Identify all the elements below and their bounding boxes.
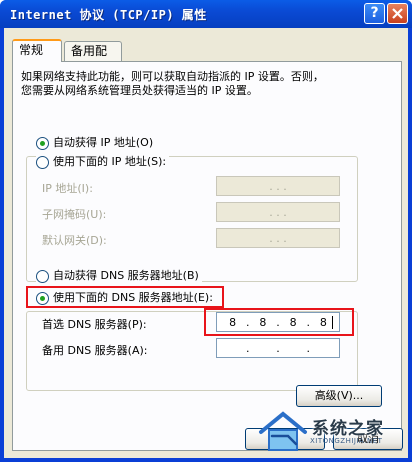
help-icon: ? (370, 5, 379, 21)
auto-ip-radio[interactable]: 自动获得 IP 地址(O) (36, 135, 157, 151)
default-gateway-dots: . . . (269, 231, 287, 245)
auto-dns-radio-button[interactable] (36, 269, 49, 283)
watermark: 系统之家 XITONGZHIJIA.NET (258, 408, 408, 454)
house-logo-icon (259, 411, 307, 451)
watermark-text: 系统之家 (312, 419, 384, 439)
preferred-dns-label: 首选 DNS 服务器(P): (42, 318, 147, 331)
manual-dns-highlight (26, 286, 224, 308)
subnet-mask-field: . . . (216, 202, 340, 222)
alternate-dns-field[interactable]: . . . (216, 338, 340, 358)
ip-address-field: . . . (216, 176, 340, 196)
dot-separator: . (306, 341, 311, 355)
preferred-dns-highlight (204, 308, 354, 336)
auto-dns-label: 自动获得 DNS 服务器地址(B) (53, 269, 199, 282)
manual-ip-radio-button[interactable] (36, 155, 49, 169)
description-line-2: 您需要从网络系统管理员处获得适当的 IP 设置。 (21, 84, 258, 97)
ip-address-label: IP 地址(I): (42, 182, 93, 195)
dot-separator: . (276, 341, 280, 355)
close-icon (392, 8, 403, 19)
description-text: 如果网络支持此功能，则可以获取自动指派的 IP 设置。否则， 您需要从网络系统管… (21, 70, 391, 98)
ip-address-dots: . . . (269, 179, 287, 193)
watermark-subtext: XITONGZHIJIA.NET (310, 437, 383, 445)
dot-separator: . (245, 341, 250, 355)
tab-general-label: 常规 (19, 43, 44, 57)
auto-ip-label: 自动获得 IP 地址(O) (53, 136, 154, 149)
help-button[interactable]: ? (364, 3, 385, 24)
title-bar[interactable]: Internet 协议 (TCP/IP) 属性 ? (0, 0, 412, 28)
subnet-mask-dots: . . . (269, 205, 287, 219)
auto-ip-radio-button[interactable] (36, 136, 49, 150)
auto-dns-radio[interactable]: 自动获得 DNS 服务器地址(B) (36, 268, 202, 284)
tab-alternate-config[interactable]: 备用配置 (64, 41, 122, 77)
default-gateway-field: . . . (216, 228, 340, 248)
default-gateway-label: 默认网关(D): (42, 234, 107, 247)
advanced-button[interactable]: 高级(V)... (296, 385, 382, 407)
manual-ip-label: 使用下面的 IP 地址(S): (53, 155, 167, 168)
subnet-mask-label: 子网掩码(U): (42, 208, 107, 221)
close-button[interactable] (387, 3, 408, 24)
tab-general[interactable]: 常规 (12, 39, 62, 62)
manual-ip-radio[interactable]: 使用下面的 IP 地址(S): (36, 154, 170, 170)
alternate-dns-label: 备用 DNS 服务器(A): (42, 344, 148, 357)
window-title: Internet 协议 (TCP/IP) 属性 (10, 8, 207, 22)
description-line-1: 如果网络支持此功能，则可以获取自动指派的 IP 设置。否则， (21, 70, 324, 83)
